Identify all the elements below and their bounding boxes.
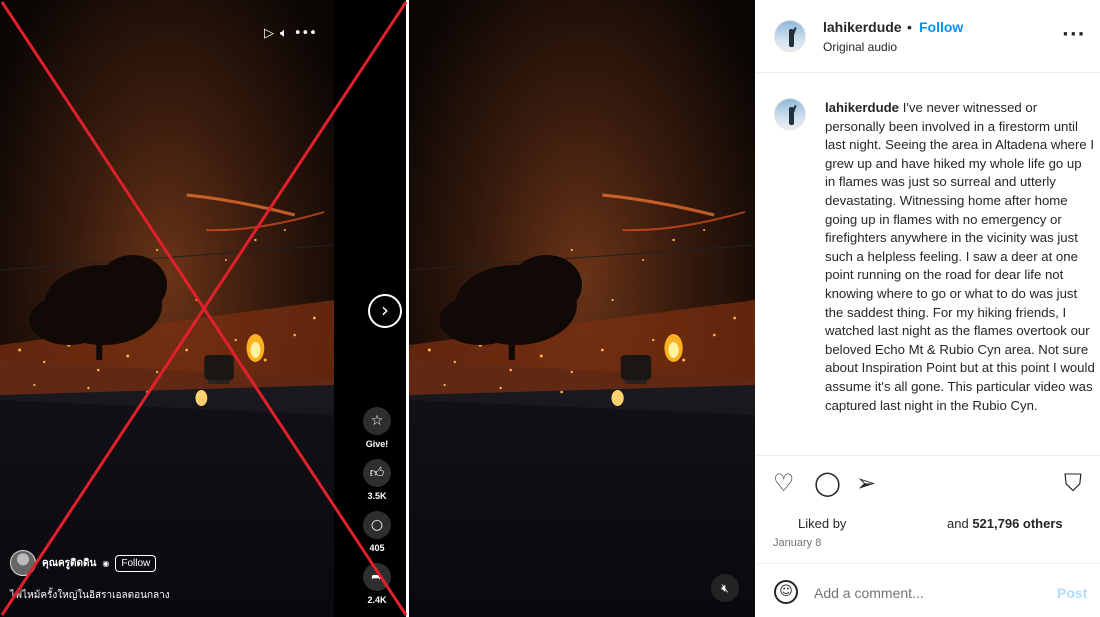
reel-screenshot: ▷ 🔈︎ ••• › ☆ Give! 👍︎ 3.5K ○ 405 ➦ 2.4K …	[0, 0, 408, 617]
share-icon: ➦	[363, 563, 391, 591]
like-button[interactable]: 👍︎ 3.5K	[362, 459, 392, 501]
avatar[interactable]	[774, 20, 806, 52]
liked-by-count[interactable]: and 521,796 others	[947, 516, 1063, 531]
reel-top-controls: ▷ 🔈︎ •••	[264, 26, 317, 42]
share-count: 2.4K	[367, 595, 387, 605]
gift-star-icon: ☆	[363, 407, 391, 435]
post-panel: lahikerdude • Follow Original audio ··· …	[756, 0, 1100, 617]
comment-input[interactable]	[814, 582, 1044, 604]
reel-video[interactable]	[0, 0, 334, 617]
reel-caption: ไฟไหม้ครั้งใหญ่ในอิสราเอลตอนกลาง	[10, 590, 170, 601]
chevron-right-icon[interactable]: ›	[368, 294, 402, 328]
bookmark-icon[interactable]: ⛉	[1064, 470, 1082, 496]
share-button[interactable]: ➦ 2.4K	[362, 563, 392, 605]
comment-button[interactable]: ○ 405	[362, 511, 392, 553]
like-count: 3.5K	[367, 491, 387, 501]
reel-author: คุณครูติดดิน ◉ Follow	[10, 550, 157, 576]
avatar[interactable]	[10, 550, 36, 576]
give-button[interactable]: ☆ Give!	[362, 407, 392, 449]
liked-by-label: Liked by	[798, 516, 847, 531]
more-icon[interactable]: ···	[1062, 24, 1086, 45]
give-label: Give!	[365, 439, 389, 449]
follow-button[interactable]: Follow	[919, 19, 963, 35]
separator-dot: •	[907, 19, 912, 35]
mute-icon[interactable]: 🔈︎	[280, 26, 288, 42]
caption-text: I've never witnessed or personally been …	[825, 100, 1095, 413]
post-actions: ♡ ◯ ➢ ⛉ Liked by and 521,796 others Janu…	[756, 455, 1100, 563]
audio-link[interactable]: Original audio	[823, 40, 897, 54]
verified-icon: ◉	[102, 558, 110, 568]
reel-username[interactable]: คุณครูติดดิน	[42, 556, 96, 571]
post-video[interactable]	[409, 0, 755, 617]
comment-count: 405	[369, 543, 385, 553]
comment-icon[interactable]: ◯	[814, 470, 841, 496]
caption-username[interactable]: lahikerdude	[825, 100, 899, 115]
post-username[interactable]: lahikerdude	[823, 19, 902, 35]
caption-avatar[interactable]	[774, 98, 806, 130]
comment-icon: ○	[363, 511, 391, 539]
post-comment-button[interactable]: Post	[1057, 585, 1087, 601]
play-icon[interactable]: ▷	[264, 26, 274, 42]
share-icon[interactable]: ➢	[856, 470, 876, 496]
more-icon[interactable]: •••	[294, 26, 317, 42]
speaker-muted-icon[interactable]: 🔇︎	[711, 574, 739, 602]
emoji-icon[interactable]: ☺	[774, 580, 798, 604]
post-header: lahikerdude • Follow Original audio ···	[756, 0, 1100, 73]
heart-icon[interactable]: ♡	[773, 470, 795, 496]
thumbs-up-icon: 👍︎	[363, 459, 391, 487]
post-date: January 8	[773, 537, 822, 549]
reel-follow-button[interactable]: Follow	[115, 554, 157, 572]
comment-bar: ☺ Post	[756, 563, 1100, 617]
post-caption: lahikerdude I've never witnessed or pers…	[825, 99, 1095, 415]
